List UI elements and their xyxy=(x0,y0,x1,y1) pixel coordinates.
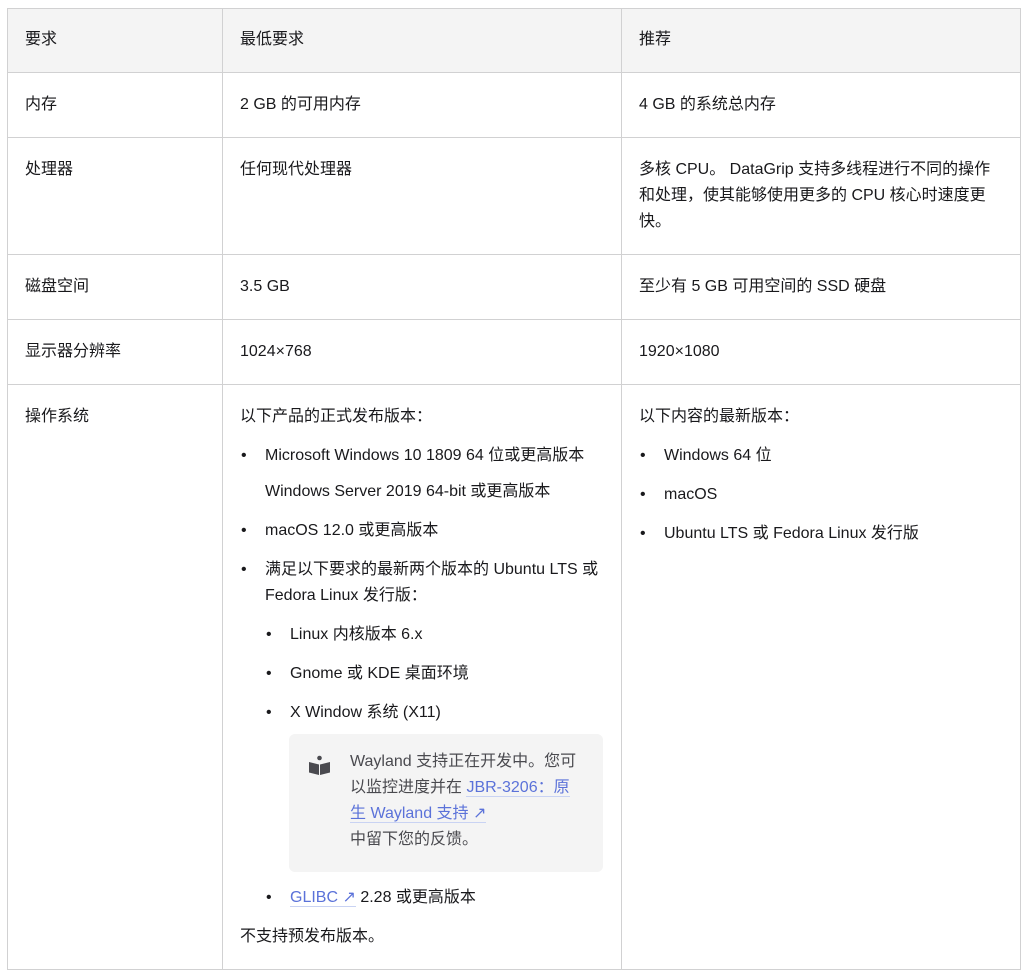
glibc-link[interactable]: GLIBC ↗ xyxy=(290,889,356,907)
recommended-cell: 至少有 5 GB 可用空间的 SSD 硬盘 xyxy=(621,254,1021,320)
requirement-cell: 内存 xyxy=(7,72,223,138)
minimum-cell: 以下产品的正式发布版本： Microsoft Windows 10 1809 6… xyxy=(222,384,622,970)
list-item: X Window 系统 (X11) Wayland 支持正在开发中。您可以监控进… xyxy=(266,700,604,872)
list-item: 满足以下要求的最新两个版本的 Ubuntu LTS 或 Fedora Linux… xyxy=(241,557,604,911)
list-item-text: 2.28 或更高版本 xyxy=(355,889,476,906)
recommended-cell: 以下内容的最新版本： Windows 64 位 macOS Ubuntu LTS… xyxy=(621,384,1021,970)
list-item: Linux 内核版本 6.x xyxy=(266,622,604,648)
list-item: Microsoft Windows 10 1809 64 位或更高版本 Windo… xyxy=(241,443,604,505)
list-item-text: Microsoft Windows 10 1809 64 位或更高版本 xyxy=(265,447,585,464)
list-item: macOS 12.0 或更高版本 xyxy=(241,518,604,544)
minimum-cell: 2 GB 的可用内存 xyxy=(222,72,622,138)
list-item: macOS xyxy=(640,482,1003,508)
requirement-cell: 操作系统 xyxy=(7,384,223,970)
minimum-cell: 3.5 GB xyxy=(222,254,622,320)
table-row: 磁盘空间 3.5 GB 至少有 5 GB 可用空间的 SSD 硬盘 xyxy=(7,254,1021,320)
recommended-cell: 多核 CPU。 DataGrip 支持多线程进行不同的操作和处理，使其能够使用更… xyxy=(621,137,1021,255)
list-item-text: X Window 系统 (X11) xyxy=(290,704,441,721)
wayland-note: Wayland 支持正在开发中。您可以监控进度并在 JBR-3206：原生 Wa… xyxy=(289,734,603,872)
list-item: Gnome 或 KDE 桌面环境 xyxy=(266,661,604,687)
table-row: 处理器 任何现代处理器 多核 CPU。 DataGrip 支持多线程进行不同的操作和… xyxy=(7,137,1021,255)
book-reader-icon xyxy=(309,755,330,775)
table-row-os: 操作系统 以下产品的正式发布版本： Microsoft Windows 10 1… xyxy=(7,384,1021,970)
minimum-cell: 1024×768 xyxy=(222,319,622,385)
rec-os-list: Windows 64 位 macOS Ubuntu LTS 或 Fedora L… xyxy=(639,443,1003,547)
rec-intro: 以下内容的最新版本： xyxy=(639,408,800,425)
header-row: 要求 最低要求 推荐 xyxy=(7,8,1021,73)
header-minimum: 最低要求 xyxy=(222,8,622,73)
list-item-subtext: Windows Server 2019 64-bit 或更高版本 xyxy=(265,483,551,500)
table-row: 显示器分辨率 1024×768 1920×1080 xyxy=(7,319,1021,385)
min-os-list: Microsoft Windows 10 1809 64 位或更高版本 Windo… xyxy=(240,443,604,911)
header-requirement: 要求 xyxy=(7,8,223,73)
header-recommended: 推荐 xyxy=(621,8,1021,73)
system-requirements-table: 要求 最低要求 推荐 内存 2 GB 的可用内存 4 GB 的系统总内存 处理器 任何… xyxy=(7,8,1021,970)
note-text-part: 中留下您的反馈。 xyxy=(350,831,479,848)
requirement-cell: 处理器 xyxy=(7,137,223,255)
min-intro: 以下产品的正式发布版本： xyxy=(240,408,433,425)
note-text: Wayland 支持正在开发中。您可以监控进度并在 JBR-3206：原生 Wa… xyxy=(350,749,585,853)
requirement-cell: 磁盘空间 xyxy=(7,254,223,320)
linux-list: Linux 内核版本 6.x Gnome 或 KDE 桌面环境 X Window… xyxy=(265,622,604,911)
min-footer: 不支持预发布版本。 xyxy=(240,928,385,945)
table-row: 内存 2 GB 的可用内存 4 GB 的系统总内存 xyxy=(7,72,1021,138)
minimum-cell: 任何现代处理器 xyxy=(222,137,622,255)
recommended-cell: 1920×1080 xyxy=(621,319,1021,385)
list-item-text: 满足以下要求的最新两个版本的 Ubuntu LTS 或 Fedora Linux… xyxy=(265,561,599,604)
list-item: Ubuntu LTS 或 Fedora Linux 发行版 xyxy=(640,521,1003,547)
recommended-cell: 4 GB 的系统总内存 xyxy=(621,72,1021,138)
list-item: GLIBC ↗ 2.28 或更高版本 xyxy=(266,885,604,911)
requirement-cell: 显示器分辨率 xyxy=(7,319,223,385)
list-item: Windows 64 位 xyxy=(640,443,1003,469)
